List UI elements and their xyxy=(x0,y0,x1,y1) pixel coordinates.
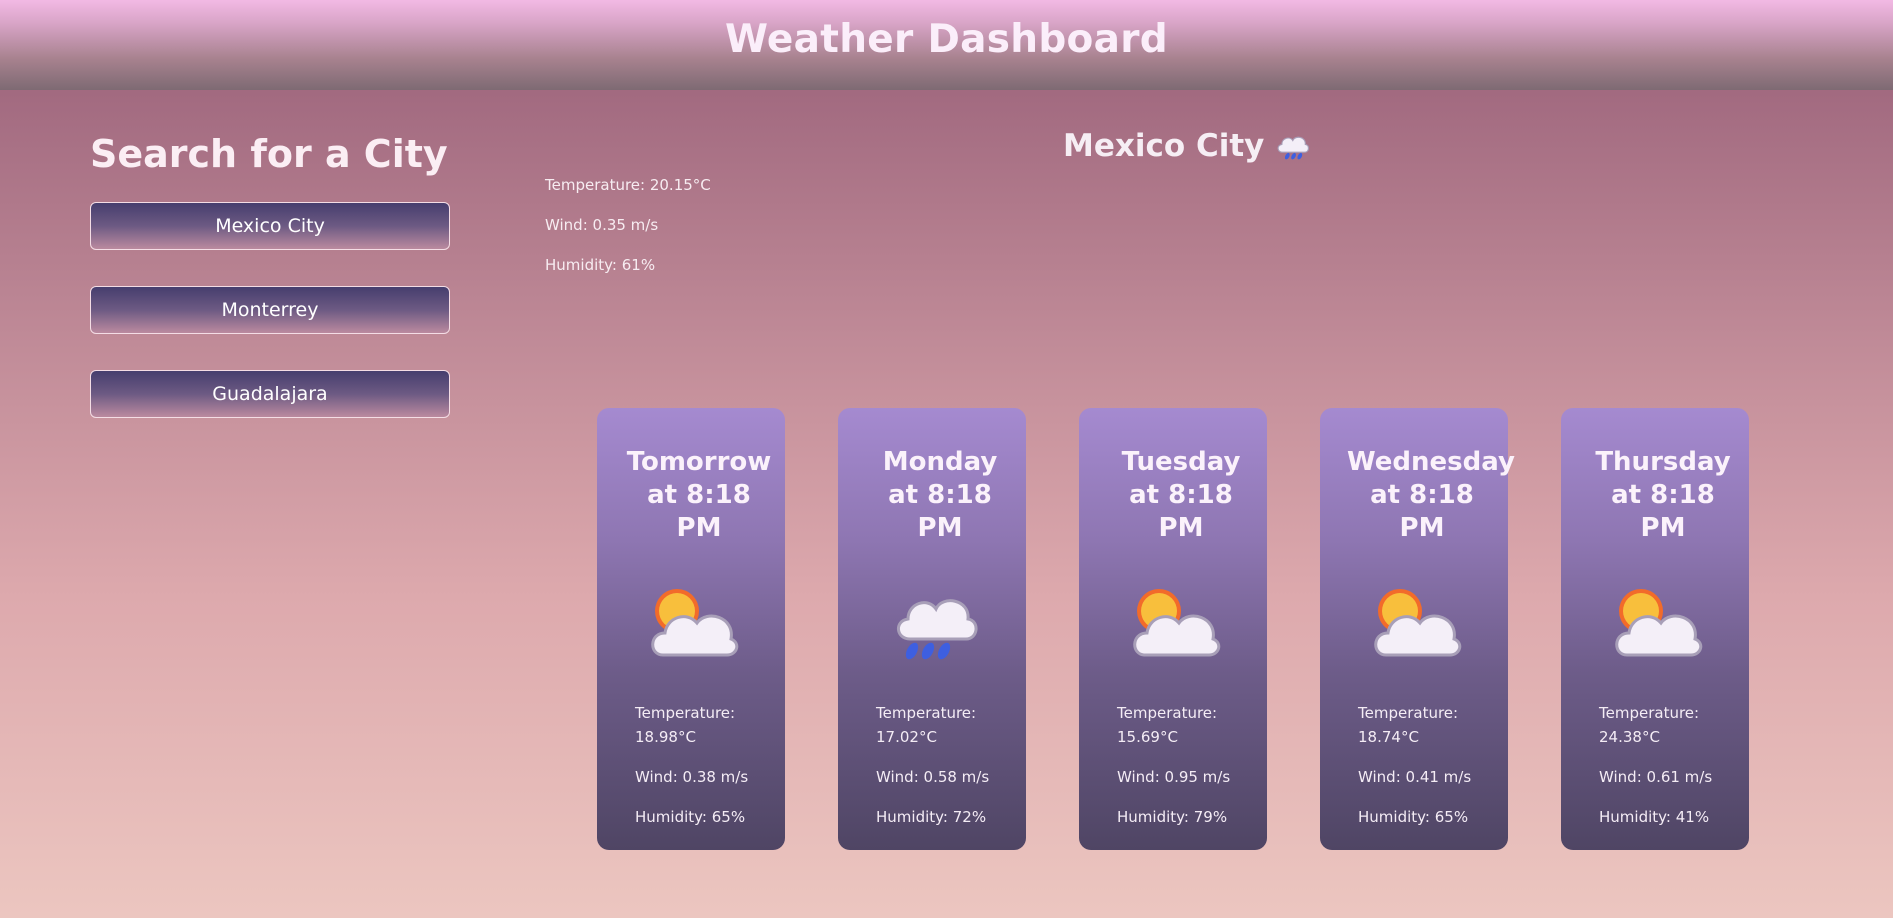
forecast-card: Tuesday at 8:18 PM Temperature: 15.69°C … xyxy=(1079,408,1267,850)
forecast-card: Thursday at 8:18 PM Temperature: 24.38°C… xyxy=(1561,408,1749,850)
forecast-day: Tuesday at 8:18 PM xyxy=(1121,447,1241,543)
page-title: Weather Dashboard xyxy=(724,17,1168,62)
forecast-day: Thursday at 8:18 PM xyxy=(1595,447,1731,543)
forecast-temperature: Temperature: 18.98°C xyxy=(635,704,736,746)
rain-cloud-icon xyxy=(897,599,978,660)
rain-cloud-icon xyxy=(1277,136,1310,160)
forecast-temperature: Temperature: 18.74°C xyxy=(1358,704,1459,746)
forecast-card: Wednesday at 8:18 PM Temperature: 18.74°… xyxy=(1320,408,1515,850)
city-button-guadalajara[interactable]: Guadalajara xyxy=(90,370,450,418)
page-header: Weather Dashboard xyxy=(0,0,1893,90)
city-button-mexico-city[interactable]: Mexico City xyxy=(90,202,450,250)
city-button-monterrey[interactable]: Monterrey xyxy=(90,286,450,334)
forecast-temperature: Temperature: 17.02°C xyxy=(876,704,977,746)
partly-cloudy-icon xyxy=(1615,589,1703,657)
current-city-title: Mexico City xyxy=(1063,128,1310,164)
forecast-day: Wednesday at 8:18 PM xyxy=(1347,447,1515,543)
forecast-day: Tomorrow at 8:18 PM xyxy=(626,447,772,543)
forecast-humidity: Humidity: 65% xyxy=(1358,808,1469,826)
forecast-temperature: Temperature: 24.38°C xyxy=(1599,704,1700,746)
partly-cloudy-icon xyxy=(1133,589,1221,657)
forecast-day: Monday at 8:18 PM xyxy=(882,447,998,543)
forecast-wind: Wind: 0.41 m/s xyxy=(1358,768,1472,786)
forecast-card: Tomorrow at 8:18 PM Temperature: 18.98°C… xyxy=(597,408,785,850)
forecast-humidity: Humidity: 41% xyxy=(1599,808,1710,826)
search-heading: Search for a City xyxy=(90,132,448,176)
forecast-humidity: Humidity: 79% xyxy=(1117,808,1228,826)
forecast-card: Monday at 8:18 PM Temperature: 17.02°C W… xyxy=(838,408,1026,850)
forecast-wind: Wind: 0.95 m/s xyxy=(1117,768,1231,786)
current-temperature: Temperature: 20.15°C xyxy=(545,176,711,194)
partly-cloudy-icon xyxy=(1374,589,1462,657)
partly-cloudy-icon xyxy=(651,589,739,657)
forecast-humidity: Humidity: 72% xyxy=(876,808,987,826)
city-search-panel: Search for a City Mexico City Monterrey … xyxy=(90,128,450,418)
current-humidity: Humidity: 61% xyxy=(545,256,656,274)
forecast-wind: Wind: 0.58 m/s xyxy=(876,768,990,786)
forecast-wind: Wind: 0.61 m/s xyxy=(1599,768,1713,786)
forecast-temperature: Temperature: 15.69°C xyxy=(1117,704,1218,746)
current-wind: Wind: 0.35 m/s xyxy=(545,216,659,234)
forecast-humidity: Humidity: 65% xyxy=(635,808,746,826)
current-city-name: Mexico City xyxy=(1063,128,1265,164)
forecast-wind: Wind: 0.38 m/s xyxy=(635,768,749,786)
